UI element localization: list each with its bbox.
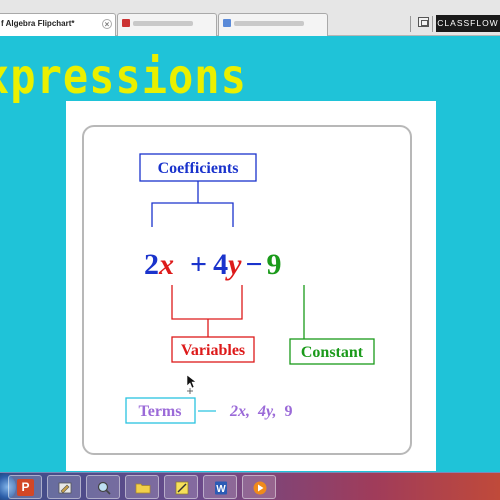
taskbar-media-player-button[interactable] — [242, 475, 276, 499]
coefficients-label: Coefficients — [158, 160, 239, 177]
taskbar-search-button[interactable] — [86, 475, 120, 499]
variables-bracket — [171, 285, 243, 320]
slide-title: xpressions — [0, 48, 247, 105]
variables-label: Variables — [181, 342, 245, 359]
tab-label-blurred — [133, 21, 193, 26]
constant-9: 9 — [267, 248, 282, 281]
tab-2[interactable] — [117, 13, 217, 36]
classflow-brand-button[interactable]: CLASSFLOW — [436, 15, 500, 32]
search-icon — [97, 481, 111, 495]
tab-flipchart[interactable]: f Algebra Flipchart* × — [0, 13, 116, 36]
taskbar-notes-button[interactable] — [164, 475, 198, 499]
tab-list: f Algebra Flipchart* × — [0, 13, 330, 36]
tab-label-blurred — [234, 21, 304, 26]
tab-3[interactable] — [218, 13, 328, 36]
term-2: 4y, — [257, 403, 277, 420]
paint-icon — [58, 482, 72, 494]
constant-label: Constant — [301, 344, 364, 361]
powerpoint-icon: P — [17, 479, 34, 496]
term-1: 2x, — [229, 403, 250, 420]
coefficients-bracket — [151, 202, 234, 227]
taskbar-paint-button[interactable] — [47, 475, 81, 499]
variable-x: x — [158, 248, 174, 281]
minus-sign: − — [245, 248, 262, 281]
expression: 2x +4y −9 — [144, 248, 282, 281]
expression-diagram-card: Coefficients 2x +4y −9 Variables Constant — [82, 125, 412, 455]
notes-icon — [175, 481, 189, 495]
taskbar-folder-button[interactable] — [125, 475, 159, 499]
folder-icon — [135, 483, 151, 494]
divider — [432, 16, 433, 32]
coefficient-2: 2 — [144, 248, 159, 281]
divider — [410, 16, 411, 32]
variable-y: y — [225, 248, 242, 281]
svg-text:W: W — [216, 484, 226, 495]
favicon-icon — [223, 19, 231, 27]
close-icon[interactable]: × — [102, 19, 112, 29]
taskbar-word-button[interactable]: W — [203, 475, 237, 499]
expression-diagram: Coefficients 2x +4y −9 Variables Constant — [125, 153, 375, 424]
taskbar: P W — [0, 472, 500, 500]
coefficient-4: 4 — [213, 248, 228, 281]
word-icon: W — [215, 481, 227, 495]
term-3: 9 — [285, 403, 293, 420]
terms-label: Terms — [139, 403, 182, 420]
restore-window-icon[interactable] — [418, 17, 429, 27]
terms-list: 2x, 4y, 9 — [229, 403, 293, 420]
slide-panel: Coefficients 2x +4y −9 Variables Constant — [66, 101, 436, 471]
browser-tab-strip: f Algebra Flipchart* × CLASSFLOW — [0, 0, 500, 36]
mouse-cursor-icon — [186, 374, 197, 394]
media-player-icon — [253, 481, 267, 495]
plus-sign: + — [190, 248, 207, 281]
tab-label: f Algebra Flipchart* — [1, 19, 75, 28]
favicon-icon — [122, 19, 130, 27]
taskbar-powerpoint-button[interactable]: P — [8, 475, 42, 499]
